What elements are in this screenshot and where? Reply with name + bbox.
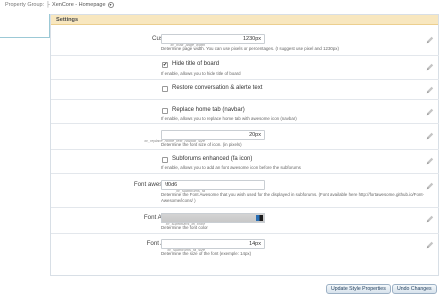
setting-row-hide-title: ✔ Hide title of board If enable, allows … <box>51 56 439 80</box>
icon-size-input[interactable]: 20px <box>161 130 265 140</box>
setting-hint: Determine the font color <box>161 225 208 230</box>
setting-row-replace-home: Replace home tab (navbar) If enable, all… <box>51 100 439 124</box>
setting-hint: If enable, allows you to hide title of b… <box>161 71 241 76</box>
setting-row-subforums-enhanced: Subforums enhanced (fa icon) If enable, … <box>51 150 439 174</box>
setting-row-fa-size: Font Awesome - Size xc_subforums_fa_size… <box>51 234 439 276</box>
setting-hint: Determine the font size of icon. (in pix… <box>161 142 242 147</box>
setting-row-fa-color: Font Awesome - Color xc_subforums_fa_col… <box>51 208 439 234</box>
setting-hint: If enable, allows you to replace home ta… <box>161 116 297 121</box>
color-swatch[interactable] <box>256 215 263 221</box>
setting-label: Subforums enhanced (fa icon) <box>172 156 253 162</box>
pencil-icon[interactable] <box>426 182 434 190</box>
pencil-icon[interactable] <box>426 215 434 223</box>
setting-row-page-width: Custom page width xc_max_page_width 1230… <box>51 26 439 56</box>
breadcrumb: Property Group: ├ XenCore - Homepage ▾ <box>5 2 114 8</box>
setting-label: Replace home tab (navbar) <box>172 107 245 113</box>
breadcrumb-prefix: Property Group: <box>5 2 45 8</box>
panel-title: Settings <box>51 15 438 25</box>
update-style-properties-button[interactable]: Update Style Properties <box>326 284 391 294</box>
undo-changes-button[interactable]: Undo Changes <box>392 284 437 294</box>
pencil-icon[interactable] <box>426 36 434 44</box>
breadcrumb-group[interactable]: XenCore - Homepage <box>52 2 106 8</box>
pencil-icon[interactable] <box>426 86 434 94</box>
chevron-down-icon[interactable]: ▾ <box>107 2 114 8</box>
setting-label: Restore conversation & alerte text <box>172 85 263 91</box>
fa-color-picker[interactable] <box>161 213 265 223</box>
restore-checkbox[interactable] <box>162 86 168 92</box>
pencil-icon[interactable] <box>426 108 434 116</box>
tree-connector <box>0 37 50 38</box>
pencil-icon[interactable] <box>426 63 434 71</box>
setting-hint: Determine the Font Awesome that you wish… <box>161 192 425 203</box>
setting-label: Hide title of board <box>172 61 220 67</box>
setting-hint: Determine the size of the font (exemple:… <box>161 251 252 256</box>
hide-title-checkbox[interactable]: ✔ <box>162 62 168 68</box>
page-width-input[interactable]: 1230px <box>161 34 265 44</box>
replace-home-checkbox[interactable] <box>162 108 168 114</box>
settings-panel: Settings Custom page width xc_max_page_w… <box>50 14 439 276</box>
subforums-enhanced-checkbox[interactable] <box>162 157 168 163</box>
setting-hint: If enable, allows you to add an font awe… <box>161 165 301 170</box>
setting-row-icon-size: Icon size xc_replace_home_text_navbar_si… <box>51 124 439 150</box>
breadcrumb-separator: ├ <box>46 2 51 8</box>
setting-hint: Determine page width. You can use pixels… <box>161 46 339 51</box>
pencil-icon[interactable] <box>426 241 434 249</box>
setting-row-fa-subforums: Font awesome subforums xc_subforums_fa \… <box>51 174 439 208</box>
setting-row-restore: Restore conversation & alerte text <box>51 80 439 100</box>
pencil-icon[interactable] <box>426 132 434 140</box>
pencil-icon[interactable] <box>426 157 434 165</box>
fa-subforums-input[interactable]: \f0d6 <box>161 180 265 190</box>
fa-size-input[interactable]: 14px <box>161 239 265 249</box>
